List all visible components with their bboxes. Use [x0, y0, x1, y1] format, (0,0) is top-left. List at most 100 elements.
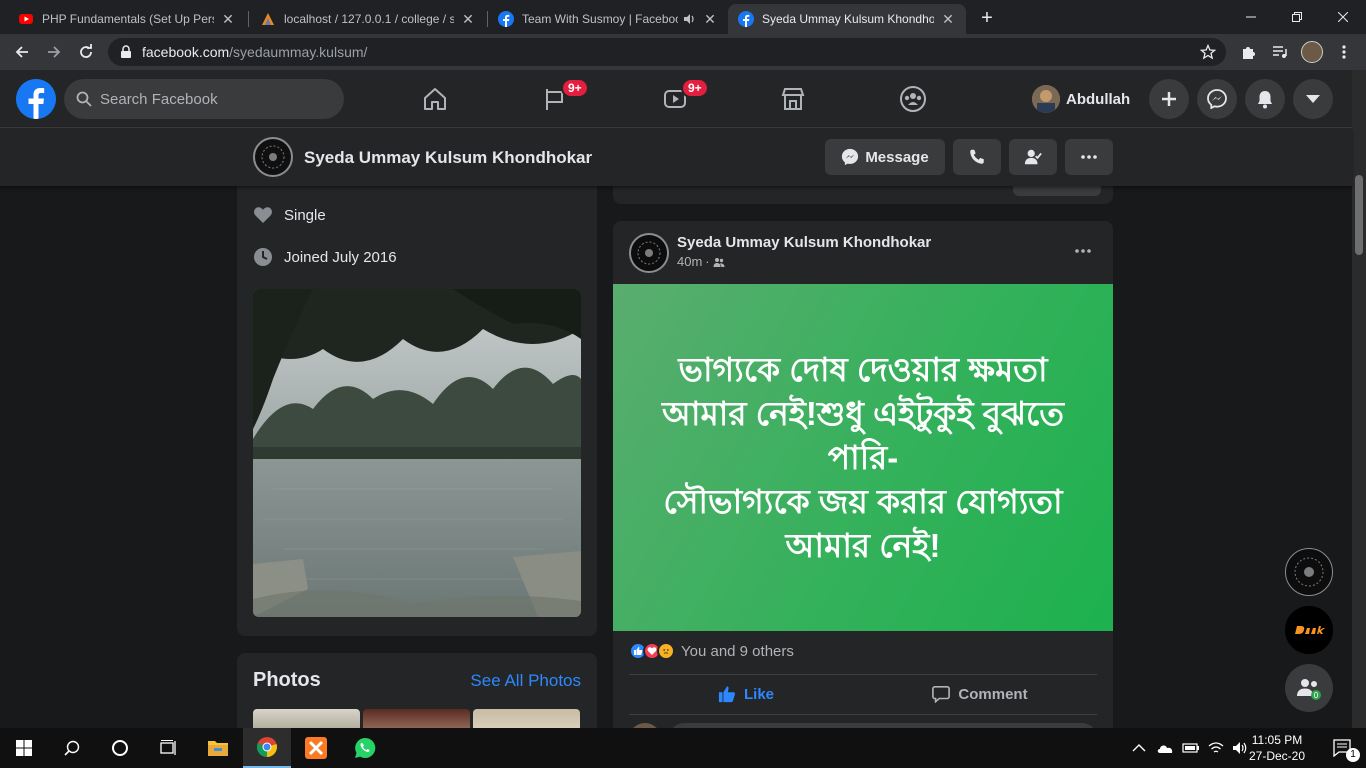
close-icon	[1338, 12, 1348, 22]
friends-audience-icon[interactable]	[713, 256, 725, 268]
page-scrollbar[interactable]	[1352, 70, 1366, 728]
url-text: facebook.com/syedaummay.kulsum/	[142, 44, 367, 60]
new-room-button[interactable]: 0	[1285, 664, 1333, 712]
comment-label: Comment	[958, 685, 1028, 703]
friends-icon	[1024, 149, 1042, 165]
tab-team-susmoy[interactable]: Team With Susmoy | Facebook ✕	[488, 4, 728, 34]
reload-button[interactable]	[72, 38, 100, 66]
tab-phpmyadmin[interactable]: localhost / 127.0.0.1 / college / st ✕	[250, 4, 486, 34]
search-input[interactable]	[100, 90, 320, 108]
tab-title: Syeda Ummay Kulsum Khondhokar	[762, 12, 934, 26]
bookmark-star-button[interactable]	[1194, 38, 1222, 66]
speaker-icon[interactable]	[682, 12, 696, 26]
extensions-button[interactable]	[1234, 38, 1262, 66]
comment-button[interactable]: Comment	[863, 676, 1097, 712]
search-box[interactable]	[64, 79, 344, 119]
notifications-button[interactable]	[1245, 79, 1285, 119]
message-button[interactable]: Message	[825, 139, 945, 175]
featured-photo[interactable]	[253, 289, 581, 617]
scrollbar-thumb[interactable]	[1355, 175, 1363, 255]
clock-date: 27-Dec-20	[1248, 749, 1306, 763]
post-time[interactable]: 40m	[677, 254, 702, 269]
post-options-button[interactable]	[1069, 237, 1097, 265]
more-horizontal-icon	[1081, 155, 1097, 159]
volume-icon[interactable]	[1232, 741, 1248, 755]
see-all-photos-link[interactable]: See All Photos	[470, 671, 581, 691]
facebook-icon	[498, 11, 514, 27]
reactions-summary[interactable]: You and 9 others	[629, 642, 794, 660]
nav-watch[interactable]: 9+	[619, 70, 731, 128]
back-button[interactable]	[8, 38, 36, 66]
clock-time: 11:05 PM	[1251, 733, 1303, 747]
close-tab-icon[interactable]: ✕	[940, 11, 956, 27]
post-author-avatar[interactable]	[629, 233, 669, 273]
task-view-button[interactable]	[144, 728, 192, 768]
nav-marketplace[interactable]	[737, 70, 849, 128]
start-button[interactable]	[0, 728, 48, 768]
battery-icon[interactable]	[1182, 742, 1200, 754]
cortana-button[interactable]	[96, 728, 144, 768]
phpmyadmin-icon	[262, 13, 274, 25]
previous-post-button[interactable]	[1013, 186, 1101, 196]
xampp-taskbar-button[interactable]	[292, 728, 340, 768]
chrome-menu-button[interactable]	[1330, 38, 1358, 66]
restore-button[interactable]	[1274, 0, 1320, 34]
search-icon	[64, 740, 80, 756]
minimize-button[interactable]	[1228, 0, 1274, 34]
forward-button[interactable]	[40, 38, 68, 66]
close-tab-icon[interactable]: ✕	[460, 11, 476, 27]
browser-toolbar: facebook.com/syedaummay.kulsum/	[0, 34, 1366, 70]
chevron-up-icon[interactable]	[1132, 743, 1146, 753]
post-author-name[interactable]: Syeda Ummay Kulsum Khondhokar	[677, 234, 931, 251]
windows-logo-icon	[16, 740, 32, 756]
contact-avatar-button[interactable]	[1285, 548, 1333, 596]
chrome-profile-button[interactable]	[1298, 38, 1326, 66]
profile-avatar[interactable]	[253, 137, 293, 177]
wifi-icon[interactable]	[1208, 741, 1224, 755]
tab-youtube[interactable]: PHP Fundamentals (Set Up Personal ✕	[8, 4, 246, 34]
facebook-logo-icon[interactable]	[16, 79, 56, 119]
close-tab-icon[interactable]: ✕	[220, 11, 236, 27]
phone-icon	[970, 149, 984, 164]
file-explorer-button[interactable]	[194, 728, 242, 768]
taskbar-clock[interactable]: 11:05 PM 27-Dec-20	[1248, 732, 1306, 764]
tab-active-profile[interactable]: Syeda Ummay Kulsum Khondhokar ✕	[728, 4, 966, 34]
tab-title: localhost / 127.0.0.1 / college / st	[284, 12, 454, 26]
contact-avatar-image	[1288, 551, 1330, 593]
profile-more-button[interactable]	[1065, 139, 1113, 175]
like-button[interactable]: Like	[629, 676, 863, 712]
task-view-icon	[160, 740, 176, 755]
daak-logo-icon	[1285, 606, 1333, 654]
feed-post: Syeda Ummay Kulsum Khondhokar 40m · ভাগ্…	[613, 221, 1113, 741]
lock-icon	[121, 45, 131, 58]
call-button[interactable]	[953, 139, 1001, 175]
new-tab-button[interactable]: +	[976, 7, 998, 29]
daak-contact-button[interactable]	[1285, 606, 1333, 654]
messenger-icon	[842, 148, 859, 166]
home-icon	[424, 88, 446, 110]
photos-title: Photos	[253, 669, 321, 691]
caret-down-icon	[1306, 95, 1320, 103]
address-bar[interactable]: facebook.com/syedaummay.kulsum/	[108, 38, 1226, 66]
nav-groups[interactable]	[857, 70, 969, 128]
close-tab-icon[interactable]: ✕	[702, 11, 718, 27]
media-control-button[interactable]	[1266, 38, 1294, 66]
kebab-menu-icon	[1342, 45, 1346, 59]
whatsapp-icon	[355, 737, 376, 758]
chrome-taskbar-button[interactable]	[243, 728, 291, 768]
taskbar-search-button[interactable]	[48, 728, 96, 768]
account-menu-button[interactable]	[1293, 79, 1333, 119]
messenger-button[interactable]	[1197, 79, 1237, 119]
close-window-button[interactable]	[1320, 0, 1366, 34]
bell-icon	[1258, 91, 1272, 109]
joined-text: Joined July 2016	[284, 248, 397, 266]
action-center-button[interactable]: 1	[1318, 728, 1366, 768]
user-profile-chip[interactable]: Abdullah	[1032, 82, 1130, 116]
nav-home[interactable]	[379, 70, 491, 128]
onedrive-cloud-icon[interactable]	[1156, 742, 1174, 754]
create-button[interactable]	[1149, 79, 1189, 119]
plus-icon	[1162, 92, 1176, 106]
whatsapp-taskbar-button[interactable]	[341, 728, 389, 768]
friend-status-button[interactable]	[1009, 139, 1057, 175]
nav-pages[interactable]: 9+	[499, 70, 611, 128]
